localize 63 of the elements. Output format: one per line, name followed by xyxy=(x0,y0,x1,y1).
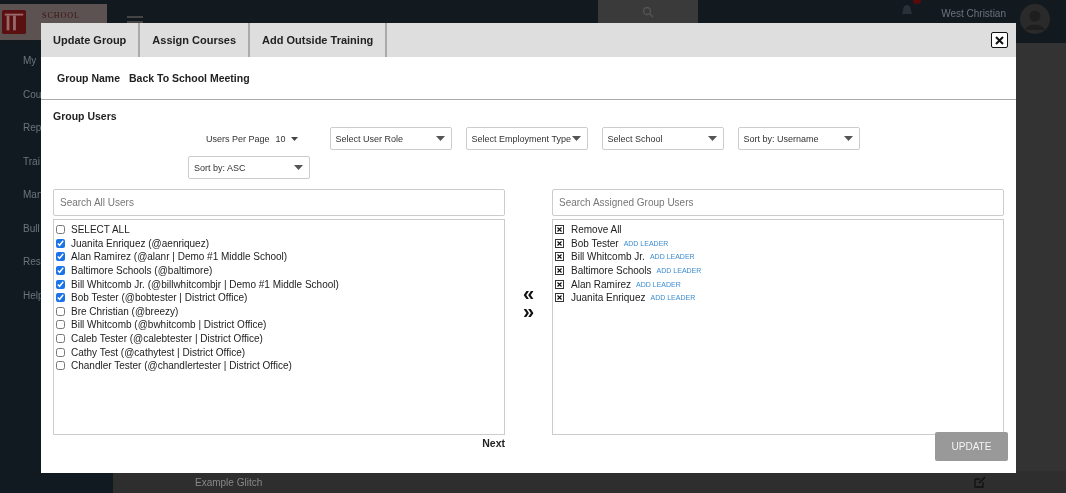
logo-text: SCHOOL xyxy=(42,10,80,20)
remove-icon[interactable] xyxy=(555,225,564,235)
logo-icon xyxy=(2,9,26,35)
user-name: Bill Whitcomb Jr. xyxy=(571,251,645,263)
caret-icon xyxy=(843,136,853,141)
caret-icon xyxy=(290,136,298,141)
search-field[interactable]: Search All Users xyxy=(53,189,505,216)
row-title: Example Glitch xyxy=(195,476,263,488)
user-label: Juanita Enriquez (@aenriquez) xyxy=(71,237,209,249)
search-icon xyxy=(642,6,654,18)
search-field[interactable]: Search Assigned Group Users xyxy=(552,189,1004,216)
remove-icon[interactable] xyxy=(555,293,564,303)
checkbox[interactable] xyxy=(56,238,65,248)
caret-icon xyxy=(707,136,717,141)
user-label: Alan Ramirez (@alanr | Demo #1 Middle School) xyxy=(71,251,288,263)
checkbox[interactable] xyxy=(56,347,65,357)
user-label: Caleb Tester (@calebtester | District Office) xyxy=(71,333,263,345)
remove-icon[interactable] xyxy=(555,266,564,276)
remove-icon[interactable] xyxy=(555,279,564,289)
filter-dropdown[interactable]: Select Employment Type xyxy=(465,127,588,150)
update-button[interactable]: UPDATE xyxy=(935,432,1008,461)
move-right-button[interactable]: » xyxy=(522,302,535,320)
checkbox[interactable] xyxy=(56,225,65,235)
caret-icon xyxy=(294,165,303,170)
checkbox[interactable] xyxy=(56,252,65,262)
group-name-label: Group Name xyxy=(57,72,120,84)
user-label: Bob Tester (@bobtester | District Office) xyxy=(71,292,248,304)
checkbox[interactable] xyxy=(56,361,65,371)
checkbox[interactable] xyxy=(56,334,65,344)
per-page-dropdown[interactable]: 10 xyxy=(275,133,298,144)
user-label: Baltimore Schools (@baltimore) xyxy=(71,265,213,277)
checkbox[interactable] xyxy=(56,293,65,303)
remove-all-label: Remove All xyxy=(571,224,622,236)
checkbox[interactable] xyxy=(56,279,65,289)
caret-icon xyxy=(435,136,445,141)
user-name[interactable]: West Christian xyxy=(941,8,1006,19)
sort-dropdown[interactable]: Sort by: ASC xyxy=(188,156,310,179)
select-all-label: SELECT ALL xyxy=(71,224,130,236)
user-name: Baltimore Schools xyxy=(571,265,652,277)
section-title: Group Users xyxy=(53,110,118,122)
user-label: Cathy Test (@cathytest | District Office) xyxy=(71,346,246,358)
user-label: Bill Whitcomb (@bwhitcomb | District Office) xyxy=(71,319,267,331)
filter-dropdown[interactable]: Select User Role xyxy=(329,127,452,150)
filter-dropdown[interactable]: Select School xyxy=(601,127,724,150)
group-name: Back To School Meeting xyxy=(129,72,250,84)
checkbox[interactable] xyxy=(56,266,65,276)
checkbox[interactable] xyxy=(56,320,65,330)
caret-icon xyxy=(571,136,581,141)
remove-icon[interactable] xyxy=(555,252,564,262)
user-label: Bre Christian (@breezy) xyxy=(71,305,179,317)
user-name: Alan Ramirez xyxy=(571,278,632,290)
move-left-button[interactable]: « xyxy=(522,284,535,302)
user-label: Chandler Tester (@chandlertester | District Office) xyxy=(71,360,292,372)
close-button[interactable] xyxy=(991,32,1008,48)
user-label: Bill Whitcomb Jr. (@billwhitcombjr | Demo #1 Middle School) xyxy=(71,278,339,290)
next-link[interactable]: Next xyxy=(482,437,505,449)
remove-icon[interactable] xyxy=(555,238,564,248)
user-name: Juanita Enriquez xyxy=(571,292,646,304)
checkbox[interactable] xyxy=(56,306,65,316)
user-name: Bob Tester xyxy=(571,237,619,249)
filter-dropdown[interactable]: Sort by: Username xyxy=(737,127,860,150)
per-page-label: Users Per Page xyxy=(206,133,270,144)
close-icon xyxy=(995,35,1004,45)
